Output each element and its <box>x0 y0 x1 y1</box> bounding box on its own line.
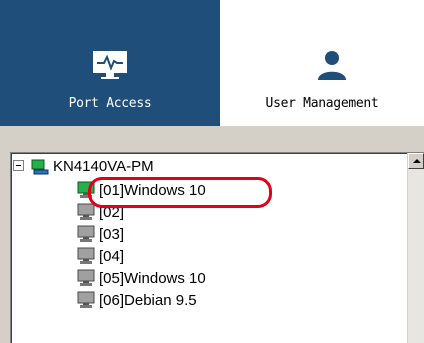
monitor-pulse-icon <box>93 51 127 79</box>
tab-port-access[interactable]: Port Access <box>0 0 220 126</box>
port-label: [03] <box>99 225 125 243</box>
port-item-04[interactable]: [04] <box>77 245 124 267</box>
computer-offline-icon <box>77 247 95 264</box>
highlight-annotation <box>88 177 272 208</box>
tab-user-management-label: User Management <box>265 96 379 111</box>
computer-offline-icon <box>77 225 95 242</box>
vertical-scrollbar[interactable] <box>407 153 424 343</box>
port-label: [04] <box>99 247 125 265</box>
port-item-05[interactable]: [05]Windows 10 <box>77 267 206 289</box>
tab-user-management[interactable]: User Management <box>220 0 424 126</box>
port-item-06[interactable]: [06]Debian 9.5 <box>77 289 197 311</box>
tab-port-access-label: Port Access <box>68 96 152 111</box>
kvm-switch-icon <box>31 159 49 175</box>
tree-root[interactable]: KN4140VA-PM <box>11 155 154 177</box>
computer-offline-icon <box>77 269 95 286</box>
computer-offline-icon <box>77 203 95 220</box>
port-label: [06]Debian 9.5 <box>99 291 197 309</box>
panel-separator <box>0 126 424 152</box>
user-icon <box>318 51 346 80</box>
port-item-03[interactable]: [03] <box>77 223 124 245</box>
tree-root-label: KN4140VA-PM <box>53 157 154 175</box>
collapse-toggle-icon[interactable] <box>13 160 24 171</box>
main-nav: Port Access User Management <box>0 0 424 126</box>
port-label: [05]Windows 10 <box>99 269 206 287</box>
scroll-up-button[interactable] <box>408 153 424 169</box>
computer-offline-icon <box>77 291 95 308</box>
